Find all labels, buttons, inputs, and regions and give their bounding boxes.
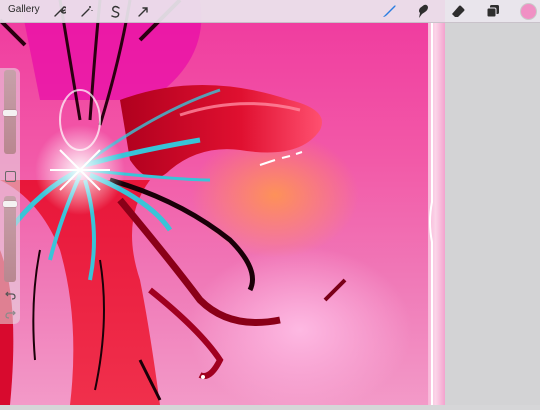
canvas-edge-curve [429,22,433,405]
smudge-icon[interactable] [414,2,432,20]
gallery-button[interactable]: Gallery [8,4,40,15]
brush-size-thumb[interactable] [3,110,17,116]
left-sidebar [0,68,20,324]
top-toolbar: Gallery [0,0,540,23]
opacity-slider[interactable] [3,196,17,282]
wrench-icon[interactable] [50,2,68,20]
color-picker-swatch[interactable] [520,3,537,20]
redo-icon[interactable] [4,308,16,320]
brush-icon[interactable] [380,2,398,20]
magic-wand-icon[interactable] [77,2,95,20]
layers-icon[interactable] [484,2,502,20]
canvas-edge-strip [428,22,445,405]
transform-arrow-icon[interactable] [134,2,152,20]
undo-icon[interactable] [4,289,16,301]
selection-s-icon[interactable] [106,2,124,20]
side-panel [445,0,540,405]
drawing-canvas[interactable] [0,0,445,405]
eraser-icon[interactable] [449,2,467,20]
modify-square-button[interactable] [5,171,16,182]
opacity-thumb[interactable] [3,201,17,207]
brush-size-slider[interactable] [3,70,17,154]
artwork-illustration [0,0,347,405]
